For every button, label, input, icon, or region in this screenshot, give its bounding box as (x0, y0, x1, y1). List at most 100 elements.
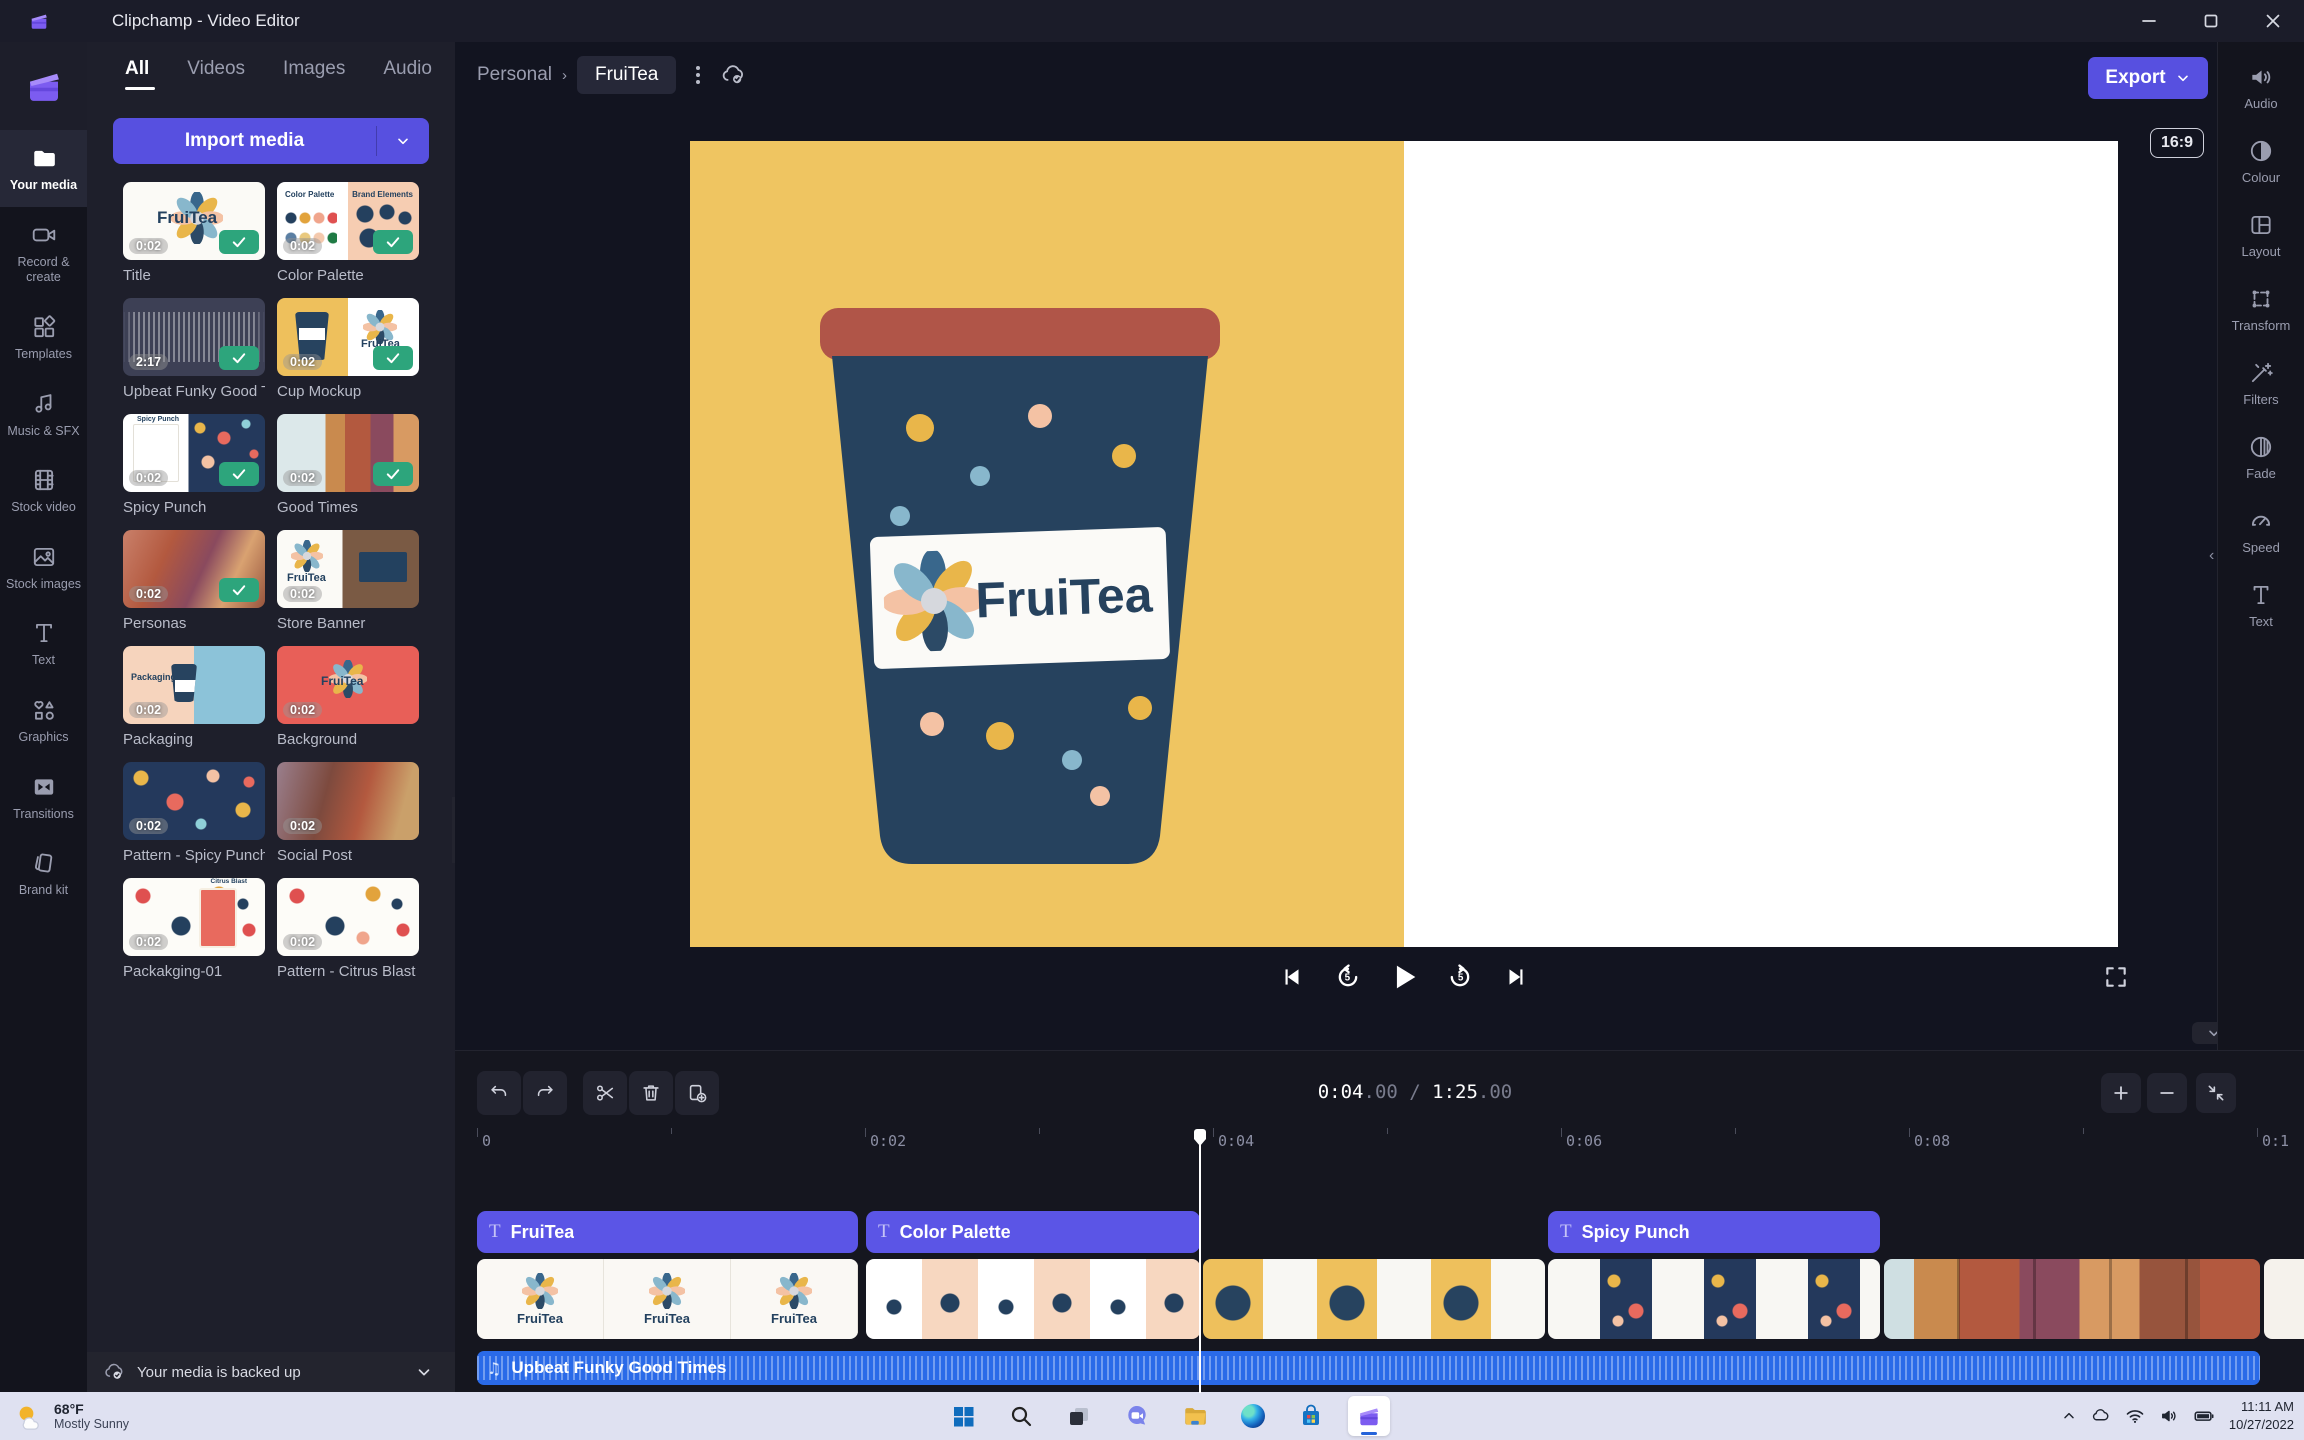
video-clip-spicy-punch[interactable] (1548, 1259, 1880, 1339)
split-scissors-button[interactable] (583, 1071, 627, 1115)
tab-videos[interactable]: Videos (187, 58, 245, 90)
delete-button[interactable] (629, 1071, 673, 1115)
weather-sun-cloud-icon (14, 1401, 44, 1431)
collapse-inspector-handle[interactable]: ‹ (2209, 547, 2214, 565)
clipchamp-app-icon (28, 10, 50, 32)
media-backup-bar[interactable]: Your media is backed up (87, 1352, 455, 1392)
onedrive-cloud-icon[interactable] (2091, 1406, 2111, 1426)
video-clip-title[interactable]: FruiTea FruiTea FruiTea (477, 1259, 858, 1339)
fullscreen-button[interactable] (2103, 964, 2129, 990)
cloud-sync-icon[interactable] (720, 62, 746, 88)
wifi-icon[interactable] (2125, 1406, 2145, 1426)
media-item[interactable]: 0:02 Good Times (277, 414, 419, 516)
tool-speed[interactable]: Speed (2242, 508, 2280, 555)
video-clip-next[interactable] (2264, 1259, 2304, 1339)
sidebar-item-brand-kit[interactable]: Brand kit (0, 835, 89, 912)
chevron-down-icon[interactable] (415, 1363, 433, 1381)
taskbar-weather-widget[interactable]: 68°F Mostly Sunny (14, 1401, 129, 1431)
media-item[interactable]: Color Palette Brand Elements 0:02 Color … (277, 182, 419, 284)
timeline-ruler[interactable]: 0 0:02 0:04 0:06 0:08 0:1 (455, 1126, 2304, 1159)
clipchamp-taskbar-icon[interactable] (1348, 1396, 1390, 1436)
sidebar-item-record-create[interactable]: Record & create (0, 207, 89, 299)
media-item[interactable]: 2:17 Upbeat Funky Good Tim.. (123, 298, 265, 400)
aspect-ratio-badge[interactable]: 16:9 (2150, 128, 2204, 158)
media-item[interactable]: 0:02 Pattern - Citrus Blast (277, 878, 419, 980)
media-item[interactable]: 0:02 Personas (123, 530, 265, 632)
filters-wand-icon (2248, 360, 2274, 386)
rewind-5s-button[interactable]: 5 (1331, 960, 1365, 994)
window-title: Clipchamp - Video Editor (112, 11, 300, 31)
tool-transform[interactable]: Transform (2232, 286, 2291, 333)
media-item[interactable]: Citrus Blast 0:02 Packakging-01 (123, 878, 265, 980)
teams-chat-icon[interactable] (1116, 1396, 1158, 1436)
start-button[interactable] (942, 1396, 984, 1436)
media-item[interactable]: Packaging 0:02 Packaging (123, 646, 265, 748)
task-view-icon[interactable] (1058, 1396, 1100, 1436)
text-clip-spicy-punch[interactable]: T Spicy Punch (1548, 1211, 1880, 1253)
zoom-out-button[interactable] (2147, 1073, 2187, 1113)
sidebar-item-text[interactable]: Text (0, 605, 89, 682)
zoom-in-button[interactable] (2101, 1073, 2141, 1113)
tool-filters[interactable]: Filters (2243, 360, 2278, 407)
tab-all[interactable]: All (125, 58, 149, 90)
tray-chevron-up-icon[interactable] (2061, 1408, 2077, 1424)
sidebar-item-transitions[interactable]: Transitions (0, 759, 89, 836)
media-item[interactable]: FruiTea 0:02 Store Banner (277, 530, 419, 632)
playhead[interactable] (1199, 1129, 1201, 1393)
cloud-check-icon (103, 1361, 125, 1383)
tab-images[interactable]: Images (283, 58, 345, 90)
undo-button[interactable] (477, 1071, 521, 1115)
text-clip-fruitea[interactable]: T FruiTea (477, 1211, 858, 1253)
media-item[interactable]: 0:02 Pattern - Spicy Punch (123, 762, 265, 864)
project-title[interactable]: FruiTea (577, 56, 676, 94)
skip-to-start-button[interactable] (1275, 960, 1309, 994)
media-item[interactable]: FruiTea 0:02 Background (277, 646, 419, 748)
video-clip-cup-mockup[interactable] (1203, 1259, 1545, 1339)
breadcrumb-personal[interactable]: Personal (477, 64, 552, 86)
video-clip-color-palette[interactable] (866, 1259, 1200, 1339)
tool-layout[interactable]: Layout (2241, 212, 2280, 259)
tool-fade[interactable]: Fade (2246, 434, 2276, 481)
duplicate-button[interactable] (675, 1071, 719, 1115)
import-options-dropdown[interactable] (376, 126, 429, 156)
media-thumbnail: 0:02 (277, 414, 419, 492)
skip-to-end-button[interactable] (1499, 960, 1533, 994)
project-options-kebab[interactable] (686, 60, 710, 90)
edge-browser-icon[interactable] (1232, 1396, 1274, 1436)
export-button[interactable]: Export (2088, 57, 2208, 99)
zoom-to-fit-button[interactable] (2196, 1073, 2236, 1113)
forward-5s-button[interactable]: 5 (1443, 960, 1477, 994)
sidebar-item-your-media[interactable]: Your media (0, 130, 89, 207)
search-icon[interactable] (1000, 1396, 1042, 1436)
maximize-button[interactable] (2180, 0, 2242, 42)
import-media-button[interactable]: Import media (113, 118, 429, 164)
file-explorer-icon[interactable] (1174, 1396, 1216, 1436)
tab-audio[interactable]: Audio (383, 58, 432, 90)
clipchamp-logo[interactable] (0, 42, 87, 130)
close-button[interactable] (2242, 0, 2304, 42)
tool-colour[interactable]: Colour (2242, 138, 2280, 185)
tool-audio[interactable]: Audio (2244, 64, 2277, 111)
taskbar-clock[interactable]: 11:11 AM 10/27/2022 (2229, 1398, 2294, 1433)
video-preview-canvas[interactable]: FruiTea FruiTea (690, 141, 2118, 947)
sidebar-item-graphics[interactable]: Graphics (0, 682, 89, 759)
video-clip-good-times[interactable] (1884, 1259, 2260, 1339)
battery-icon[interactable] (2193, 1405, 2215, 1427)
sidebar-item-stock-video[interactable]: Stock video (0, 452, 89, 529)
audio-clip[interactable]: ♫ Upbeat Funky Good Times (477, 1351, 2260, 1385)
redo-button[interactable] (523, 1071, 567, 1115)
media-item[interactable]: 0:02 Social Post (277, 762, 419, 864)
sidebar-item-music-sfx[interactable]: Music & SFX (0, 376, 89, 453)
microsoft-store-icon[interactable] (1290, 1396, 1332, 1436)
volume-icon[interactable] (2159, 1406, 2179, 1426)
media-item[interactable]: FruiTea 0:02 Title (123, 182, 265, 284)
play-button[interactable] (1387, 960, 1421, 994)
text-clip-color-palette[interactable]: T Color Palette (866, 1211, 1200, 1253)
editor-stage: Personal › FruiTea Export 16:9 (455, 42, 2217, 1050)
tool-text[interactable]: Text (2248, 582, 2274, 629)
sidebar-item-stock-images[interactable]: Stock images (0, 529, 89, 606)
media-item[interactable]: FruiTea 0:02 Cup Mockup (277, 298, 419, 400)
media-item[interactable]: Spicy Punch 0:02 Spicy Punch (123, 414, 265, 516)
sidebar-item-templates[interactable]: Templates (0, 299, 89, 376)
minimize-button[interactable] (2118, 0, 2180, 42)
